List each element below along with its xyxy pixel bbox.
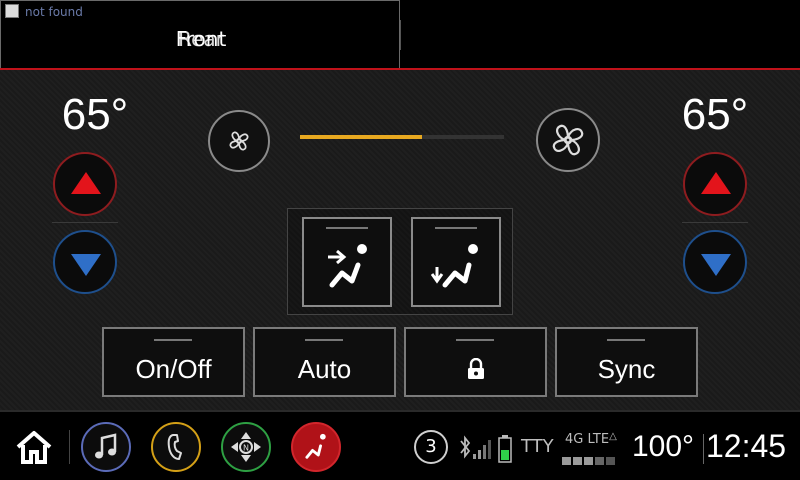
lock-icon xyxy=(468,358,484,379)
clock: 12:45 xyxy=(706,428,787,464)
network-bars xyxy=(562,450,617,469)
network-type: 4G LTE△ xyxy=(565,431,617,447)
network-triangle-icon: △ xyxy=(609,431,617,442)
arrow-up-icon xyxy=(71,172,101,194)
arrow-down-icon xyxy=(701,254,731,276)
vent-floor-icon xyxy=(431,244,478,288)
climate-panel: 65° 65° On/Off Auto Sync xyxy=(0,70,800,410)
passenger-temp-up-button[interactable] xyxy=(683,152,747,216)
arrow-down-icon xyxy=(71,254,101,276)
sync-button[interactable]: Sync xyxy=(555,327,698,397)
auto-label: Auto xyxy=(297,354,352,384)
button-indicator xyxy=(607,339,645,341)
mode-floor-button[interactable] xyxy=(411,217,501,307)
tab-rear-label: Rear xyxy=(178,27,224,51)
lock-button[interactable] xyxy=(404,327,547,397)
button-indicator xyxy=(154,339,192,341)
fan-increase-button[interactable] xyxy=(536,108,600,172)
network-label: 4G LTE xyxy=(565,432,610,447)
fan-decrease-button[interactable] xyxy=(208,110,270,172)
passenger-temp-down-button[interactable] xyxy=(683,230,747,294)
climate-button[interactable] xyxy=(291,422,341,472)
auto-button[interactable]: Auto xyxy=(253,327,396,397)
mode-indicator xyxy=(326,227,368,229)
on-off-label: On/Off xyxy=(135,354,212,384)
fan-speed-slider[interactable] xyxy=(300,135,504,139)
mode-face-button[interactable] xyxy=(302,217,392,307)
battery-icon xyxy=(498,435,512,463)
home-icon[interactable] xyxy=(14,429,54,465)
button-indicator xyxy=(456,339,494,341)
navigation-button[interactable]: N xyxy=(221,422,271,472)
fan-speed-fill xyxy=(300,135,423,139)
mode-indicator xyxy=(435,227,477,229)
bluetooth-icon xyxy=(460,435,471,459)
phone-icon xyxy=(167,434,182,460)
button-indicator xyxy=(305,339,343,341)
climate-seat-icon xyxy=(305,433,326,459)
bottom-bar: N 3 TTY 4G LTE△ 100° 12:45 xyxy=(0,410,800,480)
clock-divider xyxy=(703,434,704,464)
driver-temp-divider xyxy=(52,222,118,223)
music-button[interactable] xyxy=(81,422,131,472)
header-bar: not found Front Rear xyxy=(0,0,800,70)
sync-label: Sync xyxy=(597,354,656,384)
outside-temp: 100° xyxy=(632,430,695,463)
vent-face-icon xyxy=(328,244,367,288)
passenger-temp-divider xyxy=(682,222,748,223)
compass-icon: N xyxy=(231,432,261,462)
on-off-button[interactable]: On/Off xyxy=(102,327,245,397)
fan-small-icon xyxy=(229,131,249,151)
airflow-mode-panel xyxy=(287,208,513,315)
svg-text:N: N xyxy=(243,444,249,453)
music-note-icon xyxy=(95,433,117,459)
arrow-up-icon xyxy=(701,172,731,194)
tty-indicator: TTY xyxy=(521,436,554,457)
bottom-divider xyxy=(69,430,70,464)
phone-button[interactable] xyxy=(151,422,201,472)
passenger-temp: 65° xyxy=(681,90,749,139)
driver-temp-down-button[interactable] xyxy=(53,230,117,294)
signal-strength-icon xyxy=(473,440,491,459)
tab-front-rear[interactable]: not found Front Rear xyxy=(0,0,400,70)
driver-temp-up-button[interactable] xyxy=(53,152,117,216)
tab-divider xyxy=(400,20,401,50)
driver-temp: 65° xyxy=(61,90,129,139)
notification-badge[interactable]: 3 xyxy=(414,430,448,464)
fan-large-icon xyxy=(552,124,584,156)
